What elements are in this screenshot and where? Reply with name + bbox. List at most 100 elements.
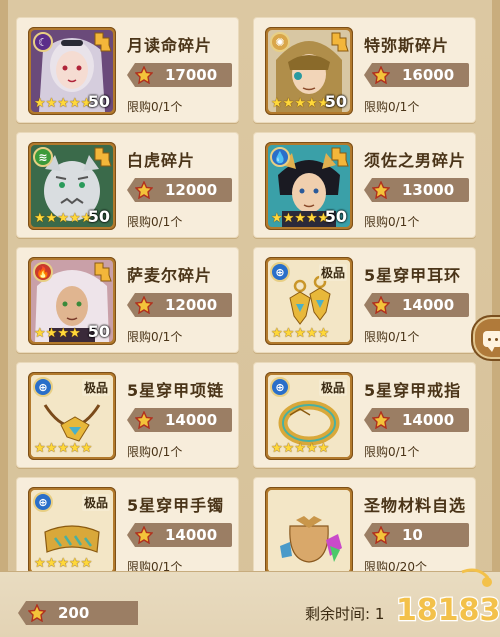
purchase-limit: 限购0/1个: [127, 330, 183, 344]
item-icon-frame: 🔥 ★ ★ ★ ★ 50: [28, 257, 116, 345]
item-title: 5星穿甲耳环: [364, 266, 462, 285]
shop-panel: ☾ ★ ★ ★ ★ ★ 50 月读命碎片 17000 限购0/1个 ✺ ★ ★ …: [0, 0, 500, 637]
star-rating: ★ ★ ★ ★ ★: [34, 96, 93, 111]
item-price: 14000: [165, 411, 218, 429]
currency-icon: [135, 411, 153, 429]
item-title: 5星穿甲项链: [127, 381, 225, 400]
item-quantity: 50: [87, 92, 110, 111]
currency-icon: [28, 604, 46, 622]
armor-pierce-icon: ⊕: [270, 262, 290, 282]
star-rating: ★ ★ ★ ★ ★: [271, 441, 330, 456]
currency-icon: [372, 181, 390, 199]
price-button[interactable]: 12000: [127, 293, 232, 317]
water-icon: 💧: [270, 147, 290, 167]
item-price: 14000: [402, 296, 455, 314]
armor-pierce-icon: ⊕: [270, 377, 290, 397]
fragment-icon: [94, 32, 112, 52]
item-icon-frame: ⊕ 极品 ★ ★ ★ ★ ★: [265, 257, 353, 345]
item-title: 萨麦尔碎片: [127, 266, 213, 285]
fire-icon: 🔥: [33, 262, 53, 282]
currency-amount: 200: [58, 604, 90, 622]
shop-item-card[interactable]: ⊕ 极品 ★ ★ ★ ★ ★ 5星穿甲手镯 14000 限购0/1个: [16, 477, 239, 583]
item-icon-frame: ⊕ 极品 ★ ★ ★ ★ ★: [265, 372, 353, 460]
price-button[interactable]: 14000: [127, 408, 232, 432]
item-price: 12000: [165, 181, 218, 199]
shop-item-card[interactable]: ⊕ 极品 ★ ★ ★ ★ ★ 5星穿甲项链 14000 限购0/1个: [16, 362, 239, 468]
item-price: 17000: [165, 66, 218, 84]
item-icon-frame: ⊕ 极品 ★ ★ ★ ★ ★: [28, 372, 116, 460]
item-icon-frame: ≋ ★ ★ ★ ★ ★ 50: [28, 142, 116, 230]
price-button[interactable]: 12000: [127, 178, 232, 202]
item-icon-frame: ☾ ★ ★ ★ ★ ★ 50: [28, 27, 116, 115]
item-title: 特弥斯碎片: [364, 36, 450, 55]
item-price: 16000: [402, 66, 455, 84]
currency-icon: [135, 296, 153, 314]
shop-item-card[interactable]: ⊕ 极品 ★ ★ ★ ★ ★ 5星穿甲耳环 14000 限购0/1个: [253, 247, 476, 353]
item-price: 12000: [165, 296, 218, 314]
purchase-limit: 限购0/1个: [364, 215, 420, 229]
fragment-icon: [331, 147, 349, 167]
grade-tag: 极品: [81, 494, 110, 511]
item-quantity: 50: [324, 207, 347, 226]
item-price: 13000: [402, 181, 455, 199]
item-title: 5星穿甲戒指: [364, 381, 462, 400]
shop-item-card[interactable]: 🔥 ★ ★ ★ ★ 50 萨麦尔碎片 12000 限购0/1个: [16, 247, 239, 353]
watermark-text: 18183: [396, 593, 500, 628]
grade-tag: 极品: [318, 379, 347, 396]
price-button[interactable]: 10: [364, 523, 469, 547]
armor-pierce-icon: ⊕: [33, 492, 53, 512]
item-icon-frame: [265, 487, 353, 575]
item-price: 14000: [165, 526, 218, 544]
shop-item-card[interactable]: ☾ ★ ★ ★ ★ ★ 50 月读命碎片 17000 限购0/1个: [16, 17, 239, 123]
price-button[interactable]: 14000: [364, 293, 469, 317]
currency-icon: [372, 66, 390, 84]
item-icon-frame: 💧 ★ ★ ★ ★ ★ 50: [265, 142, 353, 230]
item-icon-frame: ✺ ★ ★ ★ ★ ★ 50: [265, 27, 353, 115]
price-button[interactable]: 14000: [127, 523, 232, 547]
item-title: 须佐之男碎片: [364, 151, 467, 170]
currency-icon: [372, 526, 390, 544]
item-quantity: 50: [324, 92, 347, 111]
grade-tag: 极品: [318, 264, 347, 281]
currency-balance: 200: [18, 601, 138, 625]
purchase-limit: 限购0/1个: [127, 100, 183, 114]
price-button[interactable]: 16000: [364, 63, 469, 87]
star-rating: ★ ★ ★ ★ ★: [271, 96, 330, 111]
material-bag-icon: [268, 490, 350, 572]
fragment-icon: [94, 262, 112, 282]
star-rating: ★ ★ ★ ★ ★: [34, 211, 93, 226]
purchase-limit: 限购0/1个: [364, 100, 420, 114]
shop-item-card[interactable]: ✺ ★ ★ ★ ★ ★ 50 特弥斯碎片 16000 限购0/1个: [253, 17, 476, 123]
item-icon-frame: ⊕ 极品 ★ ★ ★ ★ ★: [28, 487, 116, 575]
purchase-limit: 限购0/1个: [127, 215, 183, 229]
price-button[interactable]: 14000: [364, 408, 469, 432]
currency-icon: [135, 526, 153, 544]
price-button[interactable]: 17000: [127, 63, 232, 87]
item-quantity: 50: [87, 322, 110, 341]
star-rating: ★ ★ ★ ★: [34, 326, 81, 341]
purchase-limit: 限购0/1个: [364, 445, 420, 459]
currency-icon: [135, 66, 153, 84]
star-rating: ★ ★ ★ ★ ★: [34, 441, 93, 456]
price-button[interactable]: 13000: [364, 178, 469, 202]
remaining-time: 剩余时间: 1: [305, 605, 385, 623]
shop-item-card[interactable]: ≋ ★ ★ ★ ★ ★ 50 白虎碎片 12000 限购0/1个: [16, 132, 239, 238]
shop-item-card[interactable]: 💧 ★ ★ ★ ★ ★ 50 须佐之男碎片 13000 限购0/1个: [253, 132, 476, 238]
watermark-logo: 18183: [395, 568, 500, 629]
wind-icon: ≋: [33, 147, 53, 167]
chat-icon: [483, 331, 500, 352]
shop-item-card[interactable]: ⊕ 极品 ★ ★ ★ ★ ★ 5星穿甲戒指 14000 限购0/1个: [253, 362, 476, 468]
fragment-icon: [331, 32, 349, 52]
purchase-limit: 限购0/1个: [127, 445, 183, 459]
armor-pierce-icon: ⊕: [33, 377, 53, 397]
currency-icon: [372, 411, 390, 429]
item-price: 10: [402, 526, 423, 544]
moon-icon: ☾: [33, 32, 53, 52]
fragment-icon: [94, 147, 112, 167]
currency-icon: [135, 181, 153, 199]
chat-button[interactable]: [471, 315, 500, 361]
item-price: 14000: [402, 411, 455, 429]
star-rating: ★ ★ ★ ★ ★: [271, 326, 330, 341]
sun-icon: ✺: [270, 32, 290, 52]
item-title: 月读命碎片: [127, 36, 213, 55]
